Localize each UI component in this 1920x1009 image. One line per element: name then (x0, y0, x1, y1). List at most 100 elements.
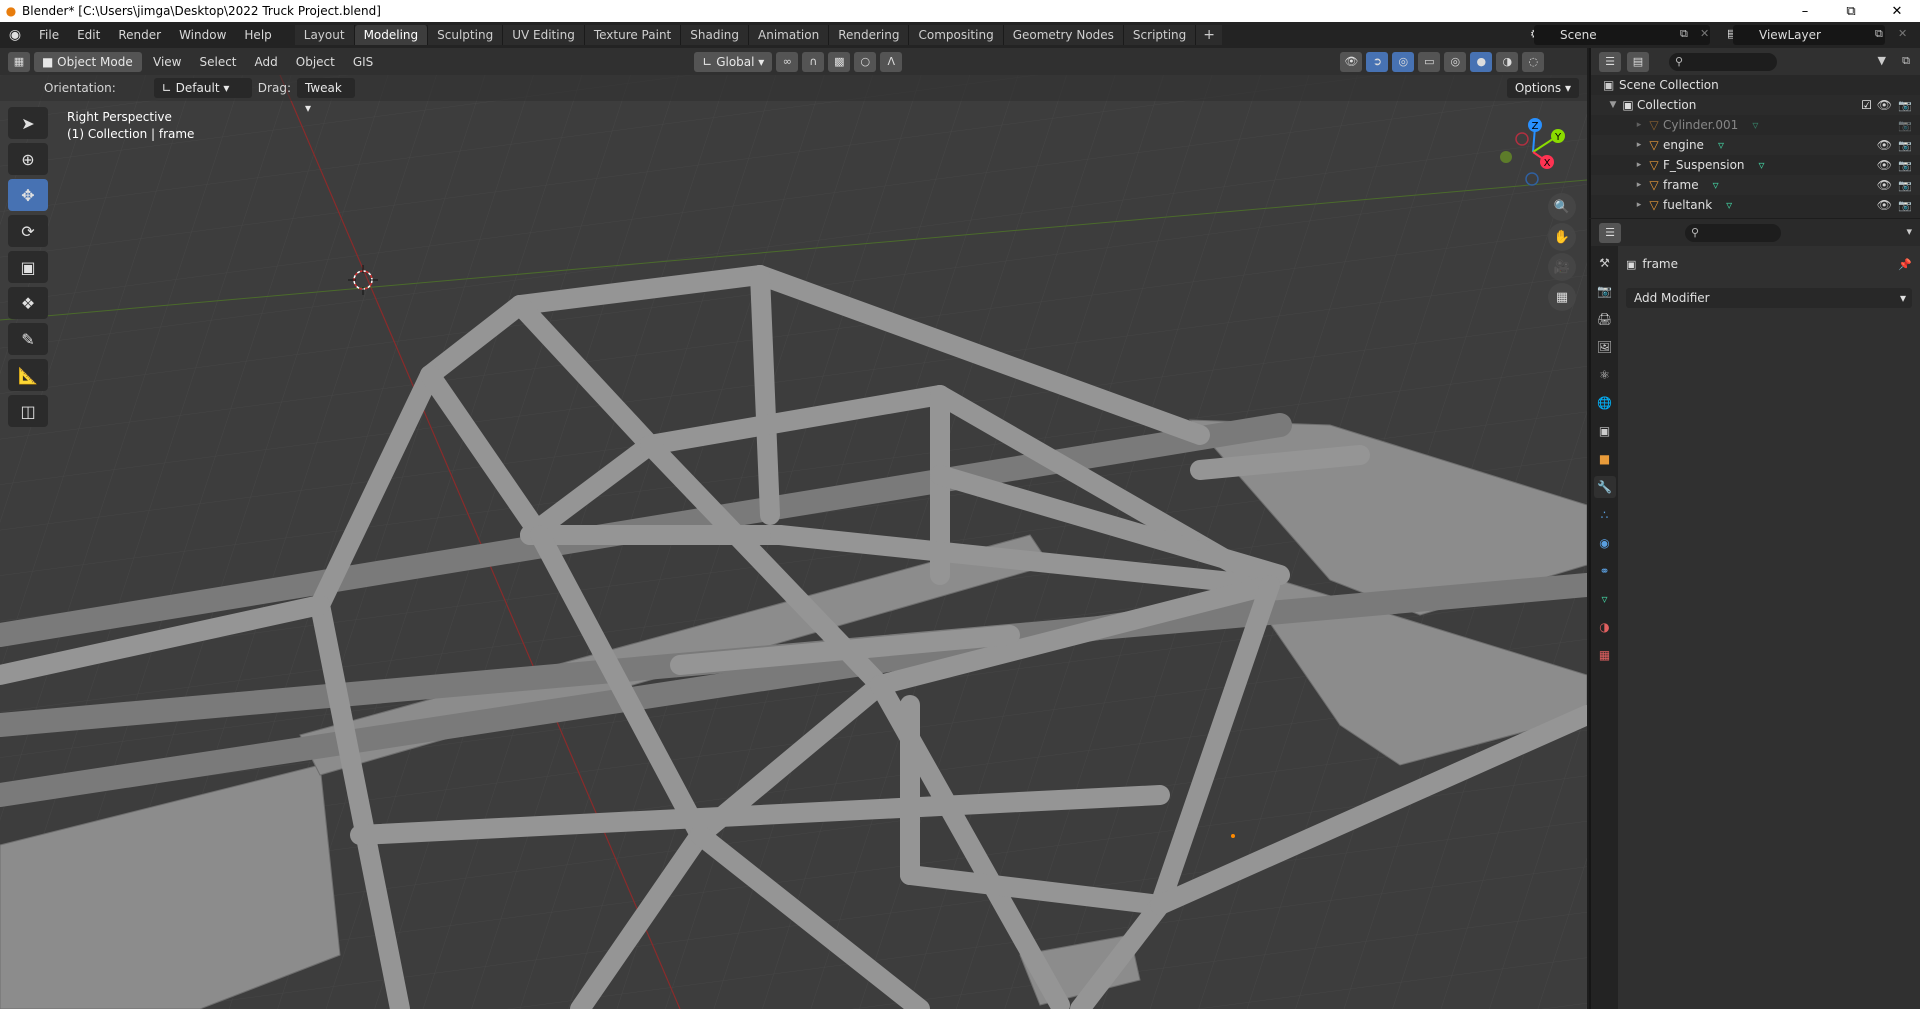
delete-scene-icon[interactable]: ✕ (1700, 27, 1709, 40)
data-tab-icon[interactable]: ▿ (1594, 588, 1616, 610)
view-layer-selector[interactable]: ViewLayer (1733, 25, 1885, 45)
add-modifier-dropdown[interactable]: Add Modifier ▾ (1626, 288, 1912, 308)
collection-checkbox-icon[interactable]: ☑ (1861, 98, 1872, 112)
new-scene-icon[interactable]: ⧉ (1680, 27, 1688, 41)
menu-object[interactable]: Object (289, 55, 342, 69)
scale-tool-icon[interactable]: ▣ (8, 251, 48, 283)
outliner-row-object[interactable]: ▸ ▽ engine ▿ 👁 📷 (1591, 135, 1920, 155)
menu-view[interactable]: View (146, 55, 188, 69)
new-view-layer-icon[interactable]: ⧉ (1875, 27, 1883, 41)
object-render-icon[interactable]: 📷 (1898, 139, 1912, 152)
transform-orientation-dropdown[interactable]: ∟ Global ▾ (694, 51, 773, 72)
gizmo-toggle-icon[interactable]: ➲ (1366, 51, 1389, 72)
annotate-tool-icon[interactable]: ✎ (8, 323, 48, 355)
gizmo-neg-x-axis[interactable] (1515, 132, 1529, 146)
outliner-row-object[interactable]: ▸ ▽ Cylinder.001 ▿ 📷 (1591, 115, 1920, 135)
tab-compositing[interactable]: Compositing (909, 25, 1004, 45)
menu-render[interactable]: Render (109, 22, 170, 48)
snap-toggle-icon[interactable]: ∩ (802, 51, 825, 72)
3d-cursor-icon[interactable] (348, 265, 378, 295)
collection-render-icon[interactable]: 📷 (1898, 99, 1912, 112)
pin-icon[interactable]: 📌 (1898, 258, 1912, 271)
tab-texture-paint[interactable]: Texture Paint (584, 25, 682, 45)
properties-editor-type-icon[interactable]: ☰ (1599, 222, 1621, 243)
collection-tab-icon[interactable]: ▣ (1594, 420, 1616, 442)
select-box-tool-icon[interactable]: ➤ (8, 107, 48, 139)
new-collection-icon[interactable]: ⧉ (1902, 54, 1910, 68)
visibility-icon[interactable]: 👁 (1340, 51, 1363, 72)
options-dropdown[interactable]: Options ▾ (1506, 78, 1579, 98)
world-tab-icon[interactable]: 🌐 (1594, 392, 1616, 414)
view-layer-tab-icon[interactable]: 🖼 (1594, 336, 1616, 358)
add-cube-tool-icon[interactable]: ◫ (8, 395, 48, 427)
expand-object-icon[interactable]: ▸ (1633, 140, 1645, 150)
scene-tab-icon[interactable]: ⚛ (1594, 364, 1616, 386)
orientation-dropdown[interactable]: ∟ Default ▾ (153, 78, 252, 98)
outliner-row-object[interactable]: ▸ ▽ fueltank ▿ 👁 📷 (1591, 195, 1920, 215)
menu-add[interactable]: Add (248, 55, 285, 69)
object-render-icon[interactable]: 📷 (1898, 159, 1912, 172)
render-tab-icon[interactable]: 📷 (1594, 280, 1616, 302)
zoom-icon[interactable]: 🔍 (1548, 193, 1576, 221)
transform-tool-icon[interactable]: ❖ (8, 287, 48, 319)
menu-help[interactable]: Help (235, 22, 280, 48)
expand-collection-icon[interactable]: ▼ (1607, 100, 1619, 110)
mode-dropdown[interactable]: ■ Object Mode ▾ (34, 51, 142, 89)
rotate-tool-icon[interactable]: ⟳ (8, 215, 48, 247)
outliner-row-collection[interactable]: ▼ ▣ Collection ☑ 👁 📷 (1591, 95, 1920, 115)
maximize-button[interactable]: ⧉ (1828, 4, 1874, 19)
outliner-row-object[interactable]: ▸ ▽ frame ▿ 👁 📷 (1591, 175, 1920, 195)
collection-visibility-icon[interactable]: 👁 (1877, 98, 1892, 112)
filter-icon[interactable]: ▼ (1878, 54, 1886, 67)
expand-object-icon[interactable]: ▸ (1633, 120, 1645, 130)
proportional-edit-icon[interactable]: ○ (854, 51, 877, 72)
object-visibility-icon[interactable]: 👁 (1877, 198, 1892, 212)
pivot-point-icon[interactable]: ∞ (776, 51, 799, 72)
mesh-data-icon[interactable]: ▿ (1713, 178, 1719, 192)
menu-window[interactable]: Window (170, 22, 235, 48)
tab-geometry-nodes[interactable]: Geometry Nodes (1003, 25, 1124, 45)
menu-gis[interactable]: GIS (346, 55, 380, 69)
navigation-gizmo[interactable]: Z Y X (1498, 117, 1568, 187)
mesh-data-icon[interactable]: ▿ (1718, 138, 1724, 152)
solid-shading-icon[interactable]: ● (1470, 51, 1493, 72)
rendered-shading-icon[interactable]: ◌ (1522, 51, 1545, 72)
material-shading-icon[interactable]: ◑ (1496, 51, 1519, 72)
object-visibility-icon[interactable]: 👁 (1877, 158, 1892, 172)
object-render-icon[interactable]: 📷 (1898, 199, 1912, 212)
overlay-toggle-icon[interactable]: ◎ (1392, 51, 1415, 72)
physics-tab-icon[interactable]: ◉ (1594, 532, 1616, 554)
measure-tool-icon[interactable]: 📐 (8, 359, 48, 391)
gizmo-neg-z-axis[interactable] (1525, 172, 1539, 186)
pan-hand-icon[interactable]: ✋ (1548, 223, 1576, 251)
add-workspace-button[interactable]: + (1196, 25, 1223, 45)
outliner-row-scene-collection[interactable]: ▣ Scene Collection (1591, 75, 1920, 95)
modifier-tab-icon[interactable]: 🔧 (1593, 476, 1616, 498)
tab-shading[interactable]: Shading (681, 25, 749, 45)
outliner-editor-type-icon[interactable]: ☰ (1599, 51, 1621, 72)
editor-type-icon[interactable]: ▦ (8, 51, 30, 72)
constraints-tab-icon[interactable]: ⚭ (1594, 560, 1616, 582)
tab-animation[interactable]: Animation (749, 25, 830, 45)
display-mode-icon[interactable]: ▤ (1627, 51, 1649, 72)
gizmo-neg-y-axis[interactable] (1500, 151, 1512, 163)
menu-select[interactable]: Select (192, 55, 243, 69)
tool-tab-icon[interactable]: ⚒ (1594, 252, 1616, 274)
mesh-data-icon[interactable]: ▿ (1726, 198, 1732, 212)
menu-file[interactable]: File (30, 22, 68, 48)
tab-rendering[interactable]: Rendering (829, 25, 910, 45)
expand-object-icon[interactable]: ▸ (1633, 160, 1645, 170)
object-visibility-icon[interactable]: 👁 (1877, 138, 1892, 152)
mesh-data-icon[interactable]: ▿ (1759, 158, 1765, 172)
tab-sculpting[interactable]: Sculpting (428, 25, 504, 45)
object-render-icon[interactable]: 📷 (1898, 179, 1912, 192)
particles-tab-icon[interactable]: ∴ (1594, 504, 1616, 526)
material-tab-icon[interactable]: ◑ (1594, 616, 1616, 638)
drag-dropdown[interactable]: Tweak ▾ (296, 78, 355, 115)
camera-view-icon[interactable]: 🎥 (1548, 253, 1576, 281)
tab-layout[interactable]: Layout (294, 25, 355, 45)
tab-uv-editing[interactable]: UV Editing (503, 25, 585, 45)
xray-toggle-icon[interactable]: ▭ (1418, 51, 1441, 72)
tab-scripting[interactable]: Scripting (1123, 25, 1197, 45)
properties-options-icon[interactable]: ▾ (1906, 225, 1912, 238)
